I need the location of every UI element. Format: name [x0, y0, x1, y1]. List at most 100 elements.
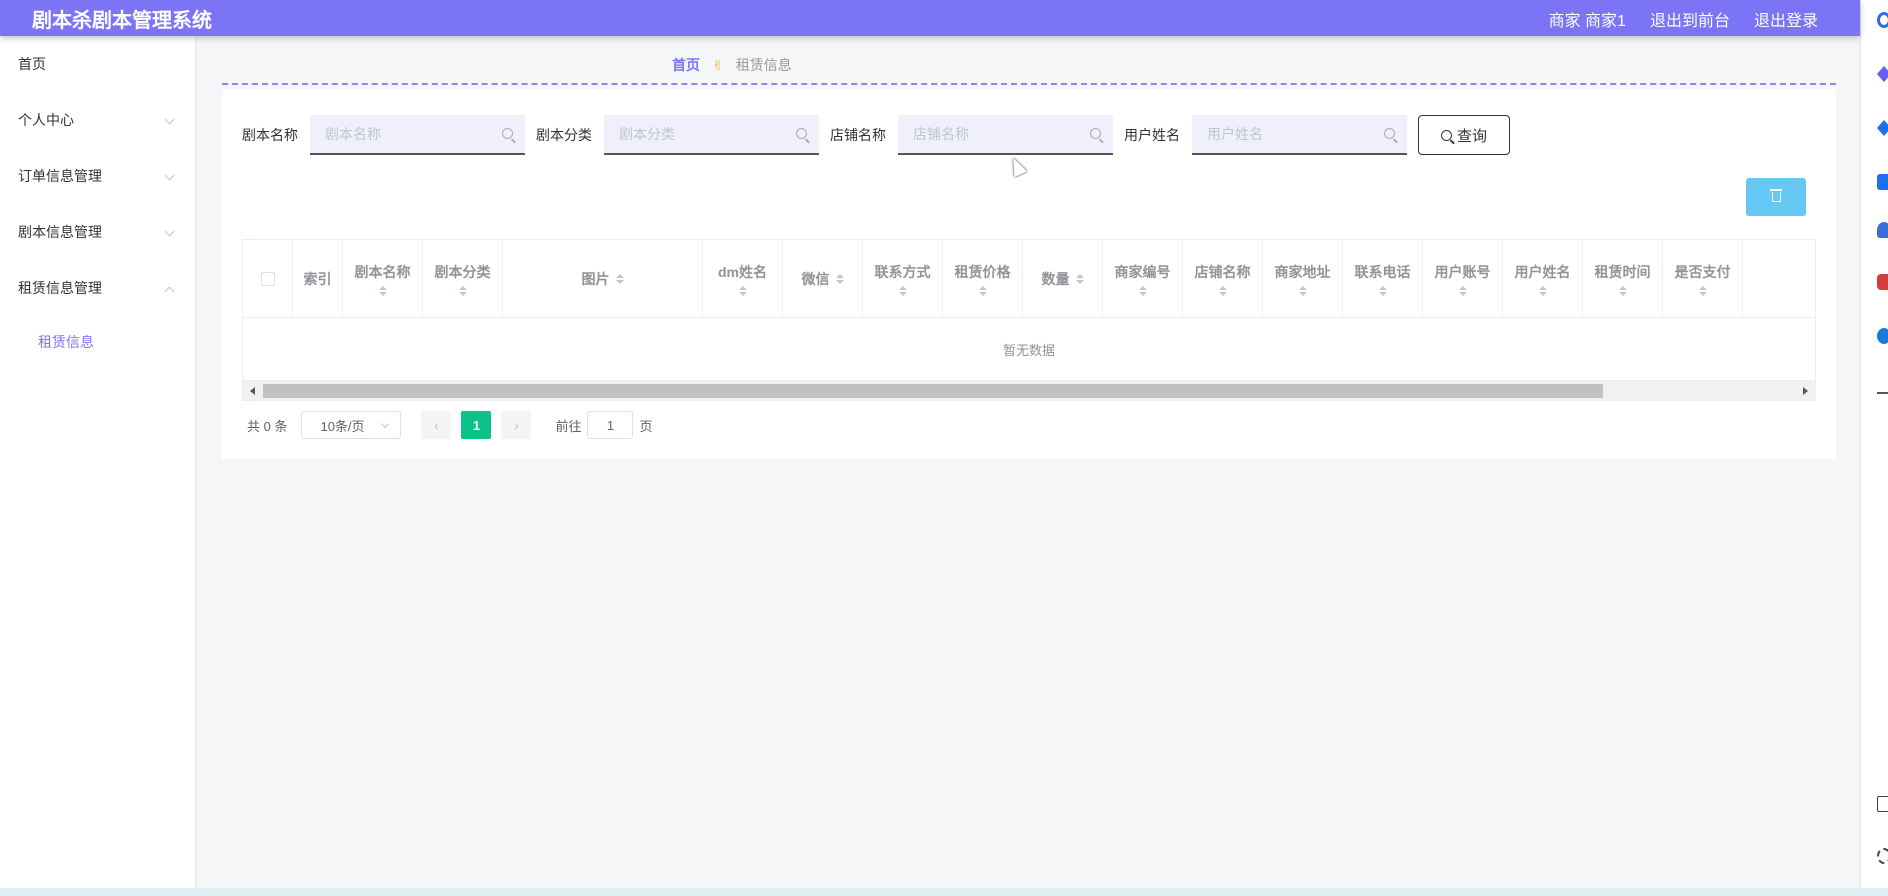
sort-icon[interactable]: [1075, 273, 1084, 284]
column-header-rental-time[interactable]: 租赁时间: [1583, 240, 1663, 317]
sidebar-item-script-management[interactable]: 剧本信息管理: [0, 204, 195, 260]
prev-page-button[interactable]: ‹: [421, 411, 452, 439]
chevron-down-icon: [164, 114, 175, 125]
sort-icon[interactable]: [898, 285, 907, 296]
delete-button[interactable]: [1746, 178, 1806, 216]
chevron-down-icon: [164, 226, 175, 237]
column-header-user-name[interactable]: 用户姓名: [1503, 240, 1583, 317]
current-user-label: 商家 商家1: [1548, 13, 1626, 30]
shop-name-input[interactable]: [898, 115, 1113, 153]
column-header-script-category[interactable]: 剧本分类: [423, 240, 503, 317]
script-category-input[interactable]: [604, 115, 819, 153]
sort-icon[interactable]: [1218, 285, 1227, 296]
chevron-up-icon: [164, 286, 175, 297]
taskbar-strip: [0, 888, 1888, 896]
logout-link[interactable]: 退出登录: [1754, 7, 1818, 31]
search-field-shop-name: [898, 115, 1113, 155]
sort-icon[interactable]: [835, 273, 844, 284]
query-button-label: 查询: [1456, 127, 1487, 145]
page-number-current[interactable]: 1: [461, 411, 492, 439]
sort-icon[interactable]: [1138, 285, 1147, 296]
trash-icon: [1769, 189, 1782, 202]
column-header-paid[interactable]: 是否支付: [1663, 240, 1743, 317]
sort-icon[interactable]: [1618, 285, 1627, 296]
column-header-contact[interactable]: 联系方式: [863, 240, 943, 317]
exit-to-front-link[interactable]: 退出到前台: [1650, 7, 1730, 31]
user-name-input[interactable]: [1192, 115, 1407, 153]
goto-page-input[interactable]: [587, 411, 634, 439]
column-header-merchant-id[interactable]: 商家编号: [1103, 240, 1183, 317]
page-size-select[interactable]: 10条/页: [301, 411, 402, 439]
empty-state: 暂无数据: [1002, 342, 1055, 358]
breadcrumb: 首页 ✌ 租赁信息: [672, 55, 792, 75]
sidebar-item-label: 订单信息管理: [18, 168, 102, 184]
column-header-script-name[interactable]: 剧本名称: [343, 240, 423, 317]
sort-icon[interactable]: [1458, 285, 1467, 296]
search-bar: 剧本名称 剧本分类 店铺名称 用户姓名 查询: [242, 115, 1510, 155]
table-header: 索引 剧本名称 剧本分类 图片 dm姓名 微信 联系方式 租赁价格 数量 商家编…: [243, 240, 1815, 318]
column-header-rental-price[interactable]: 租赁价格: [943, 240, 1023, 317]
script-name-input[interactable]: [310, 115, 525, 153]
next-page-button[interactable]: ›: [501, 411, 532, 439]
outlook-icon[interactable]: [1877, 328, 1888, 344]
gear-icon[interactable]: [1877, 848, 1888, 864]
sidebar-toggle-icon[interactable]: [1877, 796, 1888, 812]
sort-icon[interactable]: [1378, 285, 1387, 296]
sidebar-item-home[interactable]: 首页: [0, 36, 195, 92]
column-header-merchant-address[interactable]: 商家地址: [1263, 240, 1343, 317]
scroll-left-icon[interactable]: [250, 387, 255, 395]
select-all-checkbox[interactable]: [260, 271, 275, 286]
column-header-dm-name[interactable]: dm姓名: [703, 240, 783, 317]
shopping-icon[interactable]: [1877, 174, 1888, 190]
sidebar-subitem-rental-info[interactable]: 租赁信息: [0, 316, 195, 368]
victory-hand-icon: ✌: [712, 56, 724, 73]
app-title: 剧本杀剧本管理系统: [32, 10, 212, 32]
diamond-app-icon[interactable]: [1877, 120, 1888, 136]
rental-table: 索引 剧本名称 剧本分类 图片 dm姓名 微信 联系方式 租赁价格 数量 商家编…: [242, 239, 1816, 401]
search-label-script-category: 剧本分类: [536, 127, 592, 143]
search-field-script-category: [604, 115, 819, 155]
sort-icon[interactable]: [458, 285, 467, 296]
breadcrumb-home[interactable]: 首页: [672, 55, 700, 75]
sort-icon[interactable]: [738, 285, 747, 296]
column-header-wechat[interactable]: 微信: [783, 240, 863, 317]
scroll-right-icon[interactable]: [1803, 387, 1808, 395]
column-header-shop-name[interactable]: 店铺名称: [1183, 240, 1263, 317]
sort-icon[interactable]: [1538, 285, 1547, 296]
sort-icon[interactable]: [1298, 285, 1307, 296]
sort-icon[interactable]: [378, 285, 387, 296]
copilot-icon[interactable]: [1877, 66, 1888, 82]
query-button[interactable]: 查询: [1418, 115, 1510, 155]
browser-search-icon[interactable]: [1877, 12, 1888, 28]
goto-label: 前往: [555, 418, 582, 434]
pagination: 共 0 条 10条/页 ‹ 1 › 前往 页: [247, 411, 653, 439]
column-header-phone[interactable]: 联系电话: [1343, 240, 1423, 317]
sidebar-item-personal-center[interactable]: 个人中心: [0, 92, 195, 148]
browser-side-toolbar: [1860, 0, 1888, 896]
scrollbar-thumb[interactable]: [263, 384, 1603, 398]
sidebar-item-rental-management[interactable]: 租赁信息管理: [0, 260, 195, 316]
sidebar-item-label: 首页: [18, 56, 46, 72]
column-header-user-account[interactable]: 用户账号: [1423, 240, 1503, 317]
column-header-quantity[interactable]: 数量: [1023, 240, 1103, 317]
horizontal-scrollbar[interactable]: [243, 380, 1815, 400]
add-icon[interactable]: [1877, 392, 1888, 394]
chevron-down-icon: [381, 419, 390, 429]
sort-icon[interactable]: [978, 285, 987, 296]
column-header-image[interactable]: 图片: [503, 240, 703, 317]
sort-icon[interactable]: [615, 273, 624, 284]
chevron-down-icon: [164, 170, 175, 181]
sidebar-item-order-management[interactable]: 订单信息管理: [0, 148, 195, 204]
search-icon: [1440, 129, 1452, 141]
office-icon[interactable]: [1877, 274, 1888, 290]
people-icon[interactable]: [1877, 222, 1888, 238]
top-header: 剧本杀剧本管理系统 商家 商家1 退出到前台 退出登录: [0, 0, 1860, 36]
sidebar-item-label: 租赁信息管理: [18, 280, 102, 296]
search-label-shop-name: 店铺名称: [830, 127, 886, 143]
breadcrumb-divider: [222, 83, 1836, 85]
column-header-index: 索引: [293, 240, 343, 317]
search-icon: [502, 128, 513, 139]
main-panel: 剧本名称 剧本分类 店铺名称 用户姓名 查询: [222, 89, 1836, 459]
sort-icon[interactable]: [1698, 285, 1707, 296]
header-actions: 商家 商家1 退出到前台 退出登录: [1549, 7, 1818, 31]
